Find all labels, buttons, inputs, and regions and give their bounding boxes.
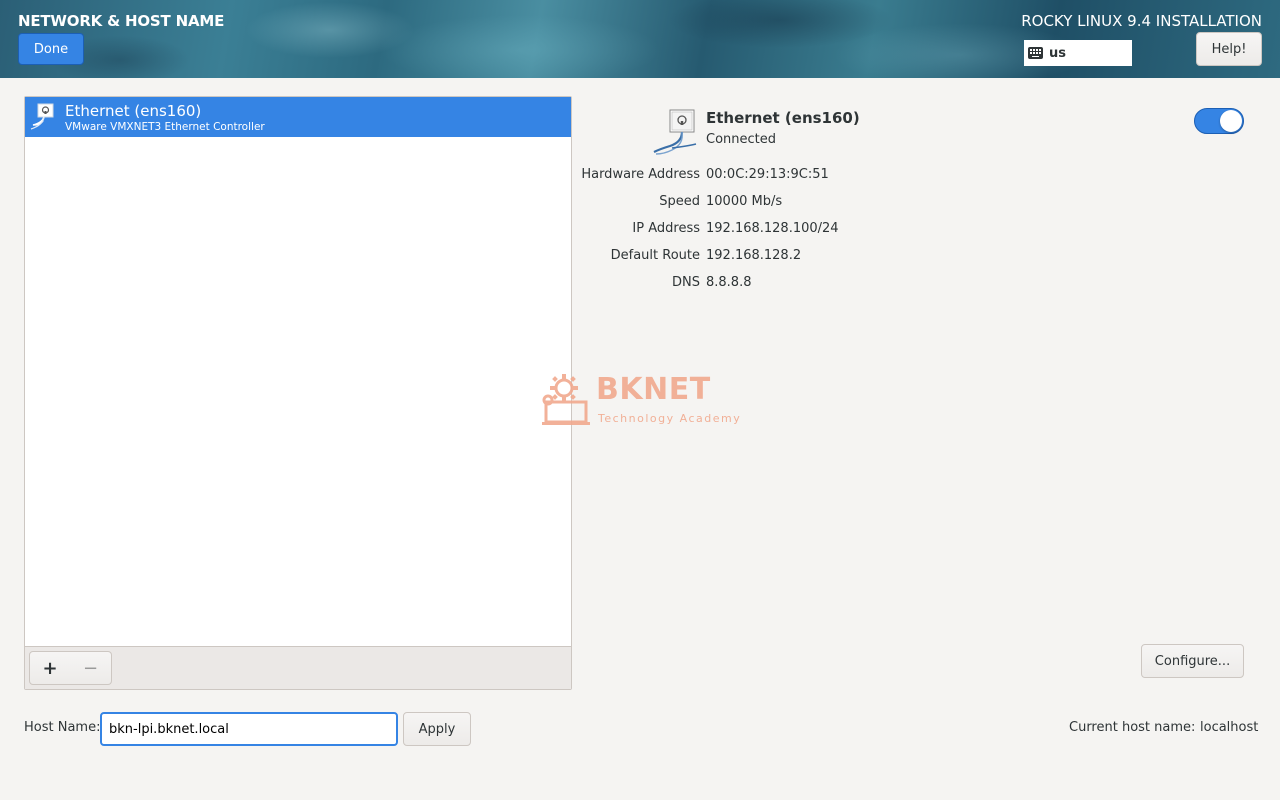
help-button[interactable]: Help! bbox=[1196, 32, 1262, 66]
done-button[interactable]: Done bbox=[18, 33, 84, 65]
watermark-tagline: Technology Academy bbox=[598, 412, 742, 425]
property-row-hardware-address: Hardware Address 00:0C:29:13:9C:51 bbox=[560, 167, 1240, 187]
bknet-watermark: BKNET Technology Academy bbox=[538, 370, 742, 430]
add-device-button[interactable]: + bbox=[29, 651, 71, 685]
configure-button[interactable]: Configure... bbox=[1141, 644, 1244, 678]
device-name: Ethernet (ens160) bbox=[65, 102, 202, 120]
property-value: 8.8.8.8 bbox=[706, 275, 752, 290]
ethernet-icon bbox=[653, 109, 697, 155]
device-list-toolbar: + − bbox=[25, 646, 571, 689]
connection-status: Connected bbox=[706, 132, 777, 147]
watermark-brand: BKNET bbox=[596, 372, 711, 407]
current-host-name-label: Current host name: bbox=[1069, 720, 1196, 735]
header-banner: NETWORK & HOST NAME Done ROCKY LINUX 9.4… bbox=[0, 0, 1280, 78]
ethernet-icon bbox=[30, 103, 54, 130]
property-label: IP Address bbox=[632, 221, 700, 236]
property-label: Hardware Address bbox=[581, 167, 700, 182]
current-host-name-value: localhost bbox=[1200, 720, 1259, 735]
property-row-default-route: Default Route 192.168.128.2 bbox=[560, 248, 1240, 268]
property-row-ip-address: IP Address 192.168.128.100/24 bbox=[560, 221, 1240, 241]
property-value: 192.168.128.2 bbox=[706, 248, 802, 263]
device-description: VMware VMXNET3 Ethernet Controller bbox=[65, 121, 265, 133]
host-name-label: Host Name: bbox=[24, 720, 101, 735]
keyboard-layout-indicator[interactable]: us bbox=[1024, 40, 1132, 66]
page-title: NETWORK & HOST NAME bbox=[18, 12, 225, 30]
toggle-knob bbox=[1220, 110, 1242, 132]
keyboard-layout-label: us bbox=[1049, 45, 1066, 61]
gear-laptop-logo-icon bbox=[542, 374, 590, 425]
property-row-speed: Speed 10000 Mb/s bbox=[560, 194, 1240, 214]
property-label: Speed bbox=[659, 194, 700, 209]
device-detail-name: Ethernet (ens160) bbox=[706, 109, 860, 127]
connection-toggle[interactable] bbox=[1194, 108, 1244, 134]
device-list-item-ens160[interactable]: Ethernet (ens160) VMware VMXNET3 Etherne… bbox=[25, 97, 571, 137]
keyboard-icon bbox=[1028, 47, 1043, 59]
property-value: 00:0C:29:13:9C:51 bbox=[706, 167, 829, 182]
property-label: Default Route bbox=[610, 248, 700, 263]
property-value: 10000 Mb/s bbox=[706, 194, 783, 209]
property-label: DNS bbox=[672, 275, 700, 290]
apply-button[interactable]: Apply bbox=[403, 712, 471, 746]
property-value: 192.168.128.100/24 bbox=[706, 221, 839, 236]
property-row-dns: DNS 8.8.8.8 bbox=[560, 275, 1240, 295]
host-name-input[interactable] bbox=[100, 712, 398, 746]
remove-device-button[interactable]: − bbox=[70, 651, 112, 685]
device-list: Ethernet (ens160) VMware VMXNET3 Etherne… bbox=[24, 96, 572, 690]
installation-title: ROCKY LINUX 9.4 INSTALLATION bbox=[1021, 12, 1262, 30]
